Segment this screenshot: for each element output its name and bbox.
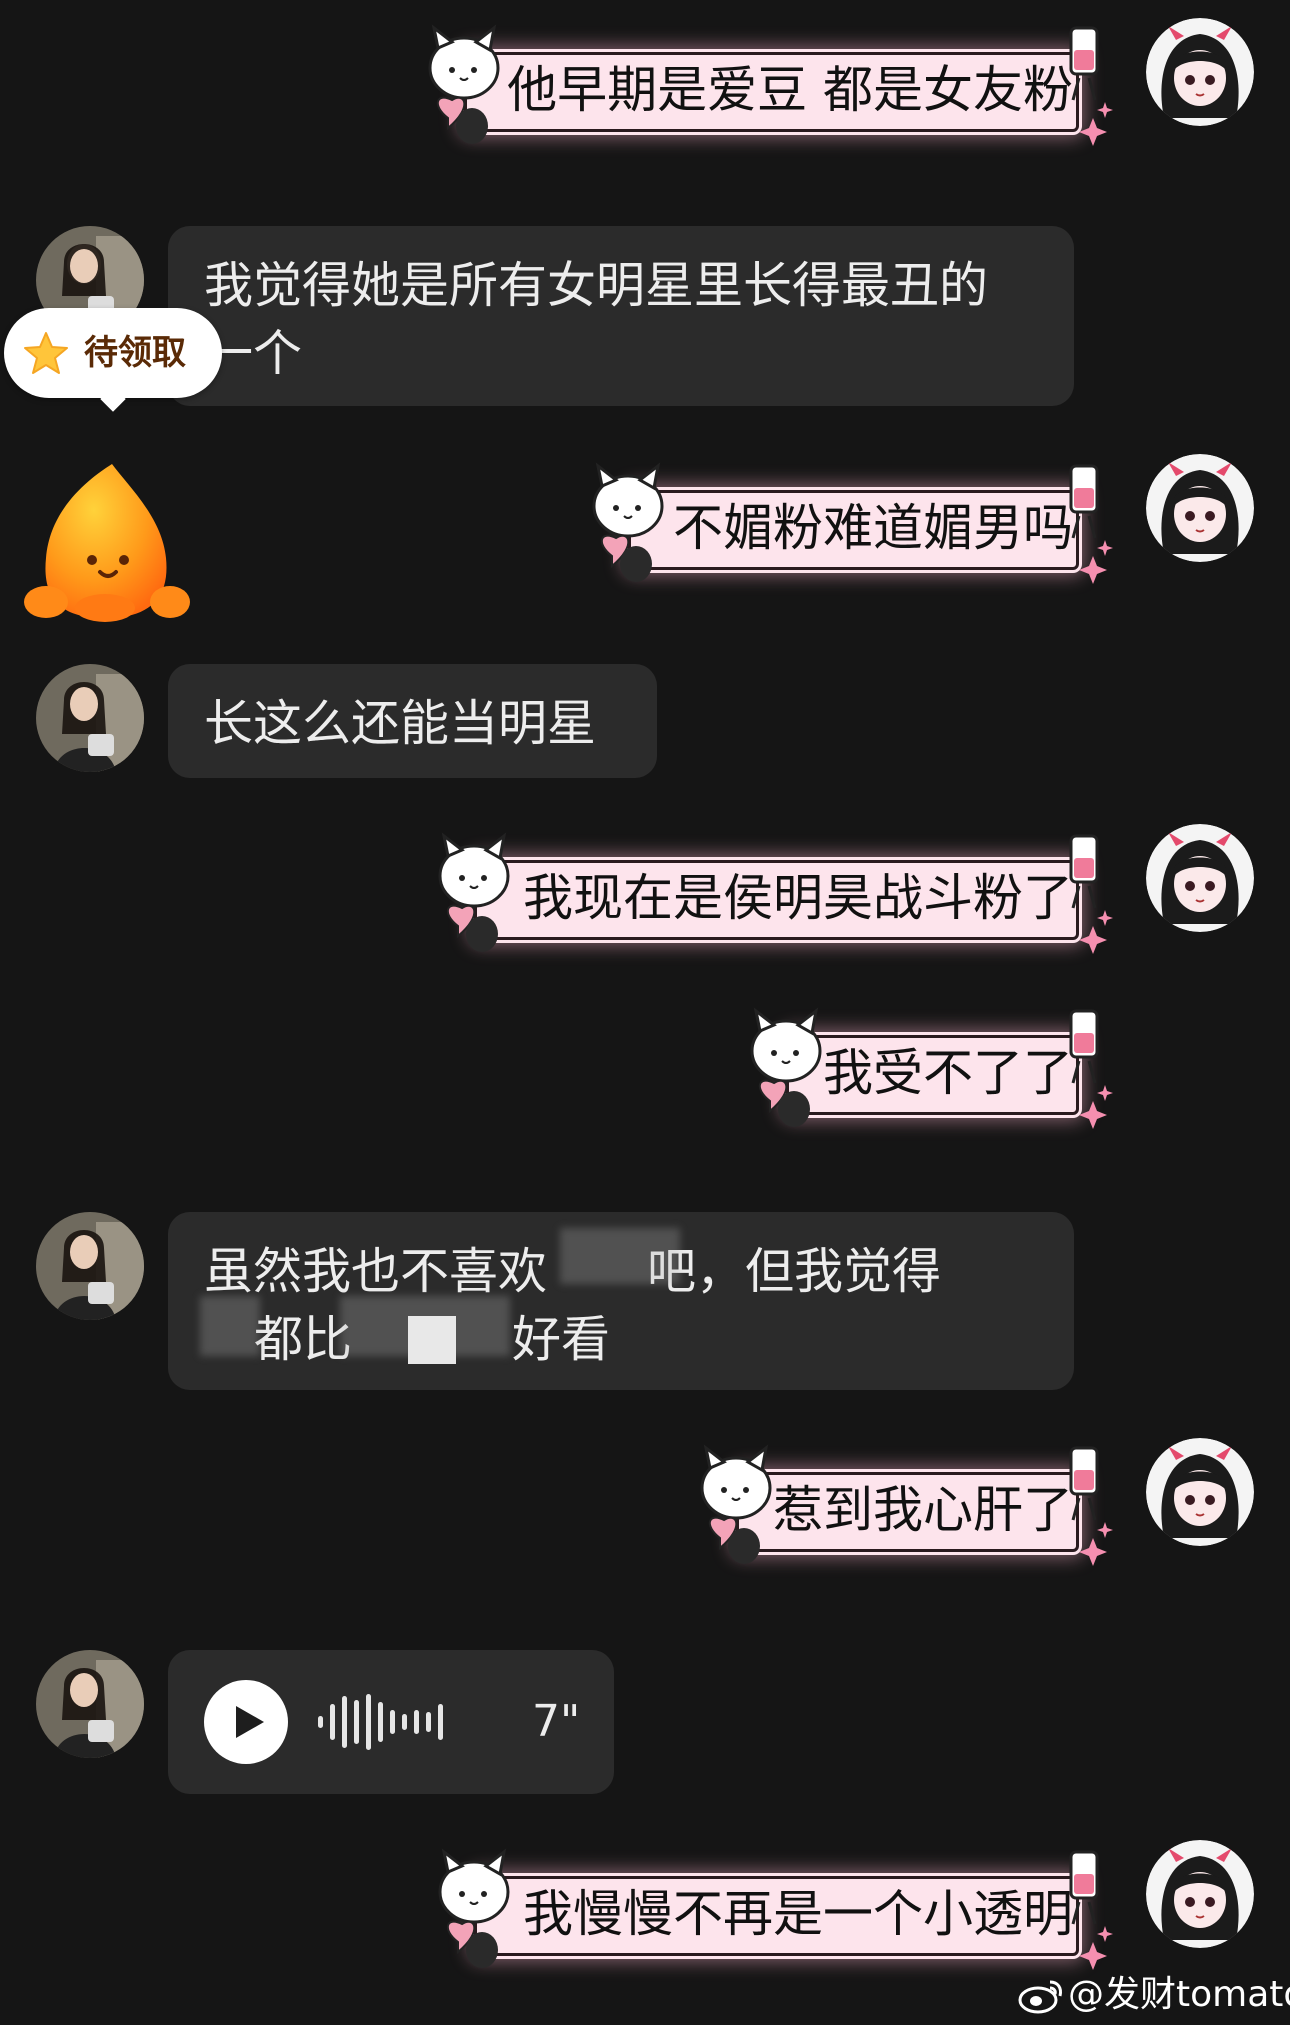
drink-bottle-icon xyxy=(1069,834,1113,954)
redaction-blur xyxy=(200,1296,260,1356)
anime-girl-avatar-icon xyxy=(1146,454,1254,562)
message-text: 长这么还能当明星 xyxy=(204,695,597,752)
contact-photo-icon xyxy=(36,664,144,772)
message-text-line2: 都比 好看 xyxy=(204,1306,1038,1374)
drink-bottle-icon xyxy=(1069,1446,1113,1566)
waveform-icon xyxy=(318,1694,443,1750)
message-text: 不媚粉难道媚男吗 xyxy=(673,499,1073,557)
redaction-blur xyxy=(408,1316,456,1364)
message-text-part: 好看 xyxy=(512,1311,611,1368)
contact-avatar[interactable] xyxy=(36,1650,144,1758)
star-icon xyxy=(24,332,68,374)
drink-bottle-icon xyxy=(1069,464,1113,584)
reward-badge-label: 待领取 xyxy=(84,333,186,373)
drink-bottle-icon xyxy=(1069,1009,1113,1129)
my-avatar[interactable] xyxy=(1146,824,1254,932)
voice-message[interactable]: 7" xyxy=(168,1650,614,1794)
sent-message[interactable]: 我慢慢不再是一个小透明 xyxy=(428,1846,1113,1976)
voice-duration: 7" xyxy=(532,1696,581,1747)
sent-message[interactable]: 我现在是侯明昊战斗粉了 xyxy=(428,830,1113,960)
sent-message[interactable]: 惹到我心肝了 xyxy=(690,1442,1113,1572)
my-avatar[interactable] xyxy=(1146,1438,1254,1546)
redaction-blur xyxy=(560,1228,680,1284)
message-text: 我受不了了 xyxy=(823,1044,1073,1102)
anime-girl-avatar-icon xyxy=(1146,824,1254,932)
kitty-sticker-icon xyxy=(438,832,510,952)
kitty-sticker-icon xyxy=(428,24,500,144)
sent-message[interactable]: 他早期是爱豆 都是女友粉 xyxy=(418,22,1113,152)
contact-photo-icon xyxy=(36,1212,144,1320)
message-text: 他早期是爱豆 都是女友粉 xyxy=(507,61,1073,119)
orange-mascot-icon[interactable] xyxy=(20,458,190,628)
message-text-part: 都比 xyxy=(254,1311,353,1368)
play-button-icon[interactable] xyxy=(204,1680,288,1764)
reward-badge[interactable]: 待领取 xyxy=(4,308,222,412)
message-text-line2: 一个 xyxy=(204,325,303,382)
received-message[interactable]: 我觉得她是所有女明星里长得最丑的 一个 xyxy=(168,226,1074,406)
my-avatar[interactable] xyxy=(1146,1840,1254,1948)
kitty-sticker-icon xyxy=(438,1848,510,1968)
kitty-sticker-icon xyxy=(750,1007,822,1127)
kitty-sticker-icon xyxy=(700,1444,772,1564)
drink-bottle-icon xyxy=(1069,26,1113,146)
anime-girl-avatar-icon xyxy=(1146,1840,1254,1948)
received-message[interactable]: 长这么还能当明星 xyxy=(168,664,657,778)
anime-girl-avatar-icon xyxy=(1146,18,1254,126)
badge-pointer xyxy=(100,386,126,412)
watermark-text: @发财tomato xyxy=(1068,1974,1290,2015)
my-avatar[interactable] xyxy=(1146,454,1254,562)
contact-avatar[interactable] xyxy=(36,664,144,772)
weibo-icon xyxy=(1018,1980,1062,2014)
contact-photo-icon xyxy=(36,1650,144,1758)
contact-avatar[interactable] xyxy=(36,1212,144,1320)
drink-bottle-icon xyxy=(1069,1850,1113,1970)
message-text-part: 吧，但我觉得 xyxy=(647,1243,942,1300)
message-text-line1: 我觉得她是所有女明星里长得最丑的 xyxy=(204,257,989,314)
sent-message[interactable]: 我受不了了 xyxy=(740,1005,1113,1135)
sent-message[interactable]: 不媚粉难道媚男吗 xyxy=(582,460,1113,590)
message-text: 我慢慢不再是一个小透明 xyxy=(523,1885,1073,1943)
kitty-sticker-icon xyxy=(592,462,664,582)
anime-girl-avatar-icon xyxy=(1146,1438,1254,1546)
message-text-part: 虽然我也不喜欢 xyxy=(204,1243,548,1300)
my-avatar[interactable] xyxy=(1146,18,1254,126)
message-text: 惹到我心肝了 xyxy=(773,1481,1073,1539)
message-text: 我现在是侯明昊战斗粉了 xyxy=(523,869,1073,927)
